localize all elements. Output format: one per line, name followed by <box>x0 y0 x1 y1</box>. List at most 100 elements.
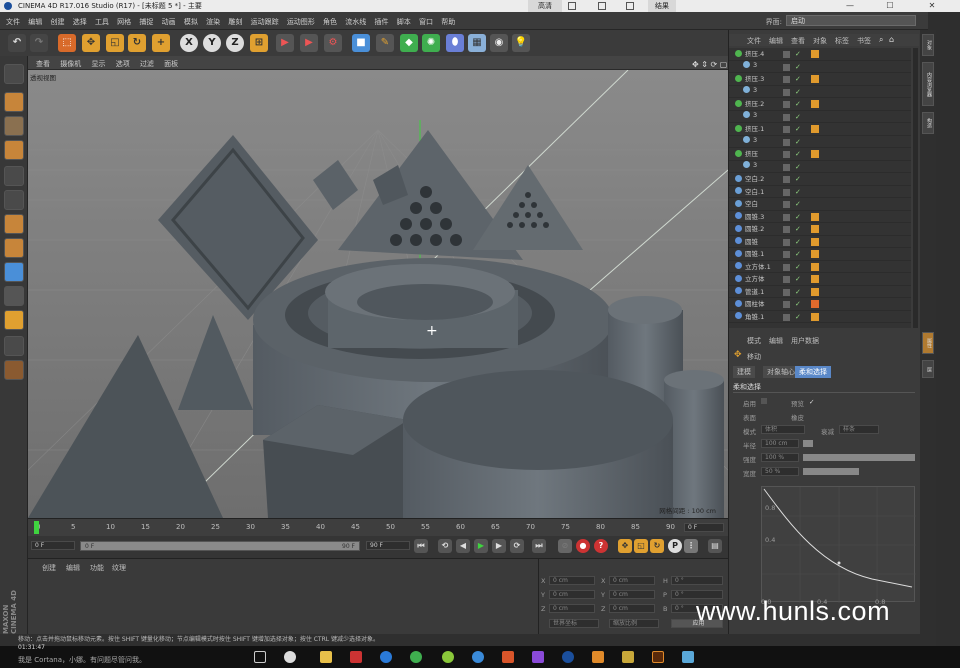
pos-x-field[interactable]: 0 cm <box>549 576 595 585</box>
object-list-scrollbar[interactable] <box>913 48 918 328</box>
mat-menu-create[interactable]: 创建 <box>42 563 56 573</box>
material-tag-icon[interactable] <box>811 125 819 133</box>
x-axis-button[interactable]: X <box>180 34 198 52</box>
object-row[interactable]: 圆柱体 ✓ <box>729 298 911 311</box>
enabled-check-icon[interactable]: ✓ <box>795 75 801 83</box>
menu-help[interactable]: 帮助 <box>441 17 455 27</box>
obj-menu-edit[interactable]: 编辑 <box>769 36 783 46</box>
material-tag-icon[interactable] <box>811 237 819 246</box>
visibility-toggle[interactable] <box>783 176 790 183</box>
array-icon[interactable]: ✺ <box>422 34 440 52</box>
move-icon[interactable]: ✥ <box>82 34 100 52</box>
object-row[interactable]: 立方体 ✓ <box>729 273 911 286</box>
app-icon-yellow[interactable] <box>622 651 634 663</box>
material-tag-icon[interactable] <box>811 100 819 108</box>
mat-menu-function[interactable]: 功能 <box>90 563 104 573</box>
material-tag-icon[interactable] <box>811 150 819 158</box>
vp-menu-camera[interactable]: 摄像机 <box>60 59 81 69</box>
film-icon[interactable]: ▤ <box>708 539 722 553</box>
visibility-toggle[interactable] <box>783 138 790 146</box>
side-tab-structure[interactable]: 构造 <box>922 112 934 134</box>
visibility-toggle[interactable] <box>783 251 790 258</box>
key-pla-icon[interactable]: ⋮ <box>684 539 698 553</box>
edges-mode-icon[interactable] <box>4 190 24 210</box>
hd-button[interactable]: 高清 <box>528 0 562 12</box>
material-tag-icon[interactable] <box>811 225 819 233</box>
mat-menu-texture[interactable]: 纹理 <box>112 563 126 573</box>
object-row[interactable]: 空白.2 ✓ <box>729 173 911 186</box>
enabled-check-icon[interactable]: ✓ <box>795 288 801 296</box>
enabled-check-icon[interactable]: ✓ <box>795 50 801 58</box>
object-row[interactable]: 角锥.1 ✓ <box>729 311 911 323</box>
app-icon-lime[interactable] <box>442 651 454 663</box>
search-icon[interactable]: ⌕ <box>879 35 883 45</box>
app-icon-blue[interactable] <box>472 651 484 663</box>
mat-menu-edit[interactable]: 编辑 <box>66 563 80 573</box>
vp-menu-display[interactable]: 显示 <box>91 59 105 69</box>
object-row[interactable]: 3 ✓ <box>729 111 911 123</box>
material-tag-icon[interactable] <box>811 75 819 83</box>
object-row[interactable]: 挤压.3 ✓ <box>729 73 911 86</box>
lock-icon[interactable] <box>4 336 24 356</box>
visibility-toggle[interactable] <box>783 101 790 108</box>
window-icon[interactable] <box>598 2 606 10</box>
visibility-toggle[interactable] <box>783 313 790 321</box>
workplane-icon[interactable] <box>4 140 24 160</box>
rot-h-field[interactable]: 0 ° <box>671 576 723 585</box>
object-row[interactable]: 3 ✓ <box>729 161 911 173</box>
redo-icon[interactable]: ↷ <box>30 34 48 52</box>
minimize-button[interactable]: — <box>836 0 864 12</box>
viewport-nav-icons[interactable]: ✥ ⇕ ⟳ ▢ <box>692 60 727 69</box>
key-param-icon[interactable]: P <box>668 539 682 553</box>
enabled-check-icon[interactable]: ✓ <box>795 213 801 221</box>
enabled-check-icon[interactable]: ✓ <box>795 125 801 133</box>
cortana-search[interactable]: 我是 Cortana，小娜。有问题尽管问我。 <box>18 655 228 665</box>
visibility-toggle[interactable] <box>783 51 790 58</box>
material-tag-icon[interactable] <box>811 212 819 221</box>
visibility-toggle[interactable] <box>783 188 790 196</box>
close-button[interactable]: ✕ <box>918 0 946 12</box>
enable-checkbox[interactable] <box>761 398 767 404</box>
visibility-toggle[interactable] <box>783 238 790 246</box>
visibility-toggle[interactable] <box>783 276 790 283</box>
menu-mesh[interactable]: 网格 <box>117 17 131 27</box>
size-y-field[interactable]: 0 cm <box>609 590 655 599</box>
menu-create[interactable]: 创建 <box>50 17 64 27</box>
menu-render[interactable]: 渲染 <box>206 17 220 27</box>
workplane-lock-icon[interactable] <box>4 360 24 380</box>
z-axis-button[interactable]: Z <box>226 34 244 52</box>
next-key-icon[interactable]: ⟳ <box>510 539 524 553</box>
menu-script[interactable]: 脚本 <box>397 17 411 27</box>
prev-key-icon[interactable]: ⟲ <box>438 539 452 553</box>
falloff-graph[interactable] <box>761 486 916 603</box>
photos-icon[interactable] <box>682 651 694 663</box>
menu-plugins[interactable]: 插件 <box>375 17 389 27</box>
enabled-check-icon[interactable]: ✓ <box>795 275 801 283</box>
range-slider[interactable]: 0 F 90 F <box>80 541 360 551</box>
visibility-toggle[interactable] <box>783 76 790 83</box>
obj-menu-bookmarks[interactable]: 书签 <box>857 36 871 46</box>
app-icon-red[interactable] <box>350 651 362 663</box>
enabled-check-icon[interactable]: ✓ <box>795 63 801 71</box>
app-icon-orange[interactable] <box>592 651 604 663</box>
playhead[interactable] <box>34 521 39 534</box>
snap-icon[interactable] <box>4 286 24 306</box>
vp-menu-panel[interactable]: 面板 <box>164 59 178 69</box>
render-view-icon[interactable]: ▶ <box>276 34 294 52</box>
strength-slider[interactable] <box>803 454 915 461</box>
object-row[interactable]: 3 ✓ <box>729 86 911 98</box>
width-field[interactable]: 50 % <box>761 467 799 476</box>
menu-character[interactable]: 角色 <box>323 17 337 27</box>
vp-menu-options[interactable]: 选项 <box>116 59 130 69</box>
tab-axis[interactable]: 对象轴心 <box>763 366 799 378</box>
enabled-check-icon[interactable]: ✓ <box>795 88 801 96</box>
goto-end-icon[interactable]: ⏭ <box>532 539 546 553</box>
visibility-toggle[interactable] <box>783 301 790 308</box>
add-icon[interactable]: + <box>152 34 170 52</box>
polygons-mode-icon[interactable] <box>4 214 24 234</box>
radius-field[interactable]: 100 cm <box>761 439 799 448</box>
enabled-check-icon[interactable]: ✓ <box>795 163 801 171</box>
side-tab-attributes[interactable]: 属性 <box>922 332 934 354</box>
axis-mode-icon[interactable] <box>4 238 24 258</box>
side-tab-content-browser[interactable]: 内容浏览器 <box>922 62 934 106</box>
